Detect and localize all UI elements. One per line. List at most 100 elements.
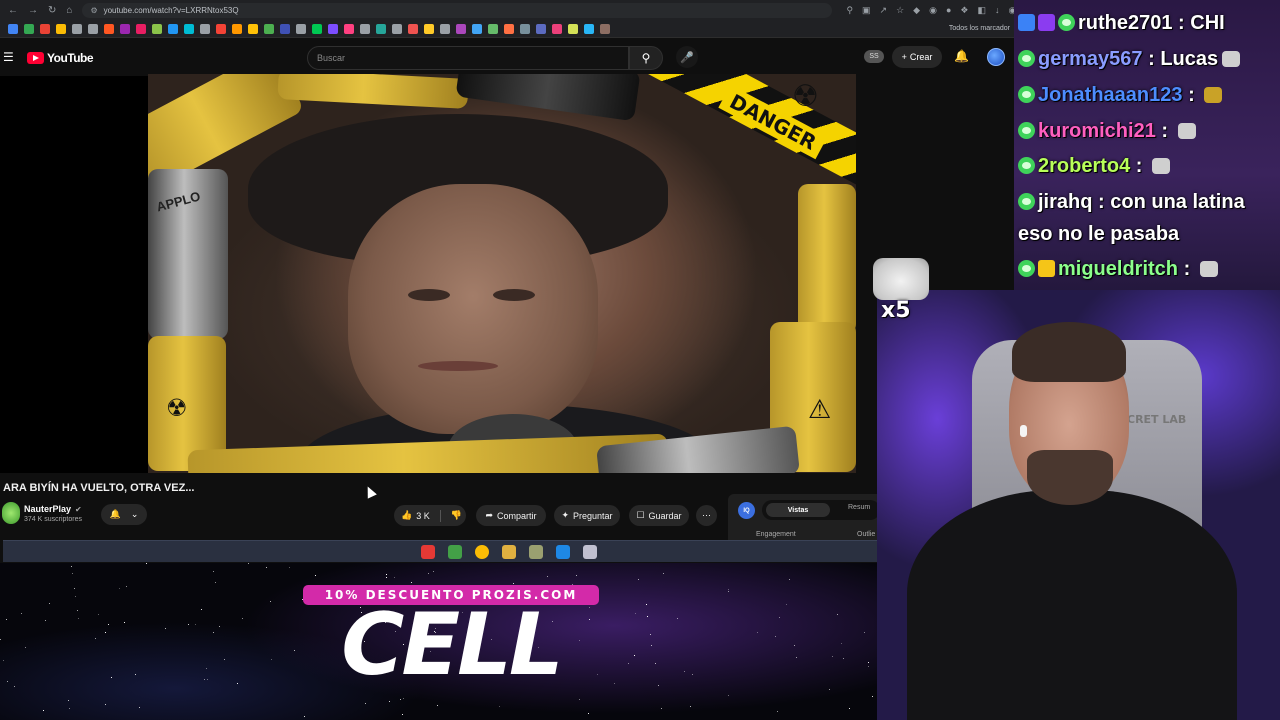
forward-icon[interactable]: → (28, 5, 38, 16)
bookmark-favicon-icon[interactable] (200, 23, 210, 34)
bookmark-favicon-icon[interactable] (504, 23, 514, 34)
video-person-eye-right (493, 289, 535, 301)
chat-text: Lucas (1160, 48, 1219, 70)
taskbar-app-icon[interactable] (501, 544, 516, 559)
bookmark-favicon-icon[interactable] (472, 23, 482, 34)
reload-icon[interactable]: ↻ (48, 5, 56, 16)
account-avatar[interactable] (987, 48, 1005, 66)
home-icon[interactable]: ⌂ (66, 5, 72, 16)
subscription-bell-button[interactable]: 🔔 ⌄ (101, 504, 147, 525)
bookmark-favicon-icon[interactable] (24, 23, 34, 34)
bookmark-star-icon[interactable]: ☆ (896, 5, 904, 16)
create-button[interactable]: + Crear (892, 46, 942, 68)
taskbar-app-icon[interactable] (447, 544, 462, 559)
sidebar-icon[interactable]: ◧ (977, 5, 986, 16)
bookmark-favicon-icon[interactable] (248, 23, 258, 34)
download-icon[interactable]: ↓ (995, 5, 1000, 16)
chat-message: kuromichi21 : (1018, 120, 1196, 143)
extensions-puzzle-icon[interactable]: ❖ (960, 5, 968, 16)
bookmark-favicon-icon[interactable] (232, 23, 242, 34)
bookmark-favicon-icon[interactable] (296, 23, 306, 34)
ask-button[interactable]: ✦ Preguntar (554, 505, 620, 526)
bookmark-favicon-icon[interactable] (8, 23, 18, 34)
bookmark-favicon-icon[interactable] (104, 23, 114, 34)
bookmark-favicon-icon[interactable] (328, 23, 338, 34)
profile-badge[interactable]: SS (864, 50, 884, 63)
dislike-thumb-icon[interactable]: 👎 (451, 510, 462, 521)
star (25, 647, 26, 648)
youtube-header: ☰ YouTube Buscar ⚲ 🎤 SS + Crear 🔔 (0, 38, 1014, 76)
bookmark-favicon-icon[interactable] (40, 23, 50, 34)
share-page-icon[interactable]: ↗ (880, 5, 888, 16)
bookmark-favicon-icon[interactable] (536, 23, 546, 34)
bookmark-favicon-icon[interactable] (376, 23, 386, 34)
tab-vistas[interactable]: Vistas (766, 503, 830, 517)
bookmark-favicon-icon[interactable] (344, 23, 354, 34)
share-button[interactable]: ➦ Compartir (476, 505, 546, 526)
notifications-bell-icon[interactable]: 🔔 (954, 49, 969, 63)
bookmark-favicon-icon[interactable] (120, 23, 130, 34)
bookmark-favicon-icon[interactable] (568, 23, 578, 34)
bookmark-favicon-icon[interactable] (408, 23, 418, 34)
extension-icon-1[interactable]: ◆ (913, 5, 920, 16)
bookmark-favicon-icon[interactable] (440, 23, 450, 34)
bookmark-favicon-icon[interactable] (56, 23, 66, 34)
bookmark-favicon-icon[interactable] (216, 23, 226, 34)
save-button[interactable]: ☐ Guardar (629, 505, 689, 526)
streamer-body (907, 490, 1237, 720)
star (95, 638, 96, 639)
voice-search-button[interactable]: 🎤 (676, 46, 698, 68)
bookmark-favicon-icon[interactable] (280, 23, 290, 34)
youtube-play-icon (27, 52, 44, 64)
bookmark-favicon-icon[interactable] (72, 23, 82, 34)
star (165, 628, 166, 629)
streamer-hair (1012, 322, 1126, 382)
bookmark-favicon-icon[interactable] (456, 23, 466, 34)
bookmark-favicon-icon[interactable] (360, 23, 370, 34)
star (71, 566, 72, 567)
taskbar-app-icon[interactable] (582, 544, 597, 559)
chair-logo: CRET LAB (1127, 413, 1187, 426)
bookmark-favicon-icon[interactable] (520, 23, 530, 34)
star (690, 706, 691, 707)
bookmark-favicon-icon[interactable] (552, 23, 562, 34)
bookmark-favicon-icon[interactable] (152, 23, 162, 34)
bookmark-favicon-icon[interactable] (312, 23, 322, 34)
bookmark-favicon-icon[interactable] (392, 23, 402, 34)
taskbar-app-icon[interactable] (474, 544, 489, 559)
star (248, 563, 249, 564)
back-icon[interactable]: ← (8, 5, 18, 16)
search-input[interactable]: Buscar (307, 46, 629, 70)
bookmark-favicon-icon[interactable] (584, 23, 594, 34)
bookmark-favicon-icon[interactable] (600, 23, 610, 34)
zoom-icon[interactable]: ⚲ (846, 5, 853, 16)
all-bookmarks-folder[interactable]: Todos los marcador (949, 25, 1010, 32)
bookmark-favicon-icon[interactable] (264, 23, 274, 34)
channel-name[interactable]: NauterPlay (24, 504, 71, 514)
bookmark-favicon-icon[interactable] (88, 23, 98, 34)
more-actions-button[interactable]: ⋯ (696, 505, 717, 526)
like-thumb-icon[interactable]: 👍 (401, 510, 412, 521)
taskbar-app-icon[interactable] (528, 544, 543, 559)
site-info-icon[interactable]: ⚙ (90, 6, 97, 15)
bookmark-favicon-icon[interactable] (488, 23, 498, 34)
star (661, 708, 662, 709)
cast-icon[interactable]: ▣ (862, 5, 871, 16)
bookmark-favicon-icon[interactable] (424, 23, 434, 34)
hamburger-menu-icon[interactable]: ☰ (3, 50, 14, 64)
address-bar[interactable]: ⚙ youtube.com/watch?v=LXRRNtox53Q (82, 2, 833, 18)
channel-avatar[interactable] (2, 502, 20, 524)
taskbar-app-icon[interactable] (555, 544, 570, 559)
taskbar-app-icon[interactable] (420, 544, 435, 559)
extension-icon-3[interactable]: ● (946, 5, 951, 16)
tab-resumen[interactable]: Resum (848, 504, 870, 511)
analytics-logo[interactable]: IQ (738, 502, 755, 519)
like-count[interactable]: 3 K (416, 511, 430, 521)
bookmark-favicon-icon[interactable] (184, 23, 194, 34)
extension-icon-2[interactable]: ◉ (929, 5, 937, 16)
youtube-logo[interactable]: YouTube (27, 51, 94, 65)
bookmark-favicon-icon[interactable] (168, 23, 178, 34)
bookmark-favicon-icon[interactable] (136, 23, 146, 34)
search-button[interactable]: ⚲ (629, 46, 663, 70)
video-player[interactable]: APPLO ☢ DANGER ☢ ⚠ (148, 74, 856, 473)
